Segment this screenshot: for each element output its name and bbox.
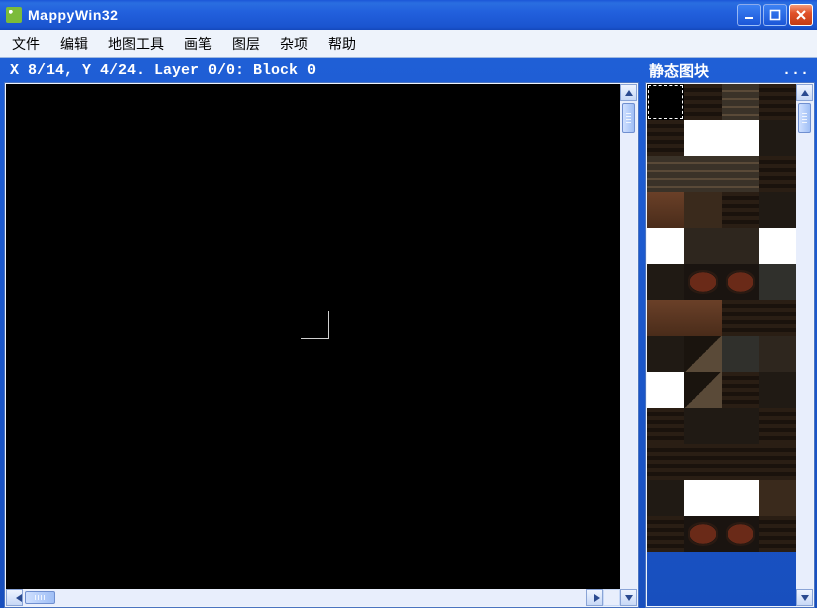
tile[interactable] [759,264,796,300]
map-panel: X 8/14, Y 4/24. Layer 0/0: Block 0 [4,58,639,608]
window-title: MappyWin32 [28,7,118,23]
tile-panel-more-icon[interactable]: ... [782,62,809,79]
tile[interactable] [647,228,684,264]
tile[interactable] [647,192,684,228]
tile[interactable] [684,264,721,300]
map-hscrollbar[interactable] [6,589,603,606]
tile-panel: 静态图块 ... [645,58,815,608]
tile[interactable] [759,408,796,444]
vscroll-thumb[interactable] [622,103,635,133]
tile[interactable] [722,156,759,192]
tiles-vscrollbar[interactable] [796,84,813,606]
tile[interactable] [722,192,759,228]
content: X 8/14, Y 4/24. Layer 0/0: Block 0 [0,58,817,608]
tile[interactable] [647,516,684,552]
tile[interactable] [759,120,796,156]
tile[interactable] [684,192,721,228]
menu-maptools[interactable]: 地图工具 [98,30,174,57]
tile[interactable] [647,156,684,192]
tile[interactable] [647,336,684,372]
tiles-scroll-up-button[interactable] [796,84,813,101]
tile[interactable] [684,84,721,120]
tile[interactable] [684,444,721,480]
tile[interactable] [647,120,684,156]
menu-misc[interactable]: 杂项 [270,30,318,57]
tile[interactable] [759,84,796,120]
menu-brush[interactable]: 画笔 [174,30,222,57]
tile[interactable] [684,480,721,516]
tile[interactable] [759,192,796,228]
tile[interactable] [647,300,684,336]
tile[interactable] [684,300,721,336]
scroll-left-button[interactable] [6,589,23,606]
maximize-button[interactable] [763,4,787,26]
tile[interactable] [647,444,684,480]
tile[interactable] [722,480,759,516]
minimize-button[interactable] [737,4,761,26]
tile[interactable] [722,228,759,264]
tiles-vscroll-track[interactable] [796,101,813,589]
tile[interactable] [647,408,684,444]
tile[interactable] [759,300,796,336]
tile-grid-wrap [645,82,815,608]
vscroll-track[interactable] [620,101,637,589]
tile[interactable] [759,228,796,264]
scroll-down-button[interactable] [620,589,637,606]
tiles-scroll-down-button[interactable] [796,589,813,606]
map-vscrollbar[interactable] [620,84,637,606]
tile[interactable] [684,120,721,156]
map-editor-wrap [4,82,639,608]
map-canvas[interactable] [6,84,620,589]
tile[interactable] [684,336,721,372]
close-button[interactable] [789,4,813,26]
tile[interactable] [722,300,759,336]
menu-file[interactable]: 文件 [2,30,50,57]
tile[interactable] [759,372,796,408]
hscroll-thumb[interactable] [25,591,55,604]
menu-help[interactable]: 帮助 [318,30,366,57]
menu-edit[interactable]: 编辑 [50,30,98,57]
scroll-corner [603,589,620,606]
tile[interactable] [722,336,759,372]
tile[interactable] [722,408,759,444]
tile[interactable] [759,516,796,552]
tile[interactable] [647,372,684,408]
scroll-right-button[interactable] [586,589,603,606]
map-cursor-icon [301,311,329,339]
tile[interactable] [759,336,796,372]
titlebar: MappyWin32 [0,0,817,30]
tile[interactable] [684,516,721,552]
tile-panel-title-text: 静态图块 [649,60,709,81]
tile[interactable] [722,264,759,300]
tile-grid[interactable] [647,84,796,606]
tile-panel-title: 静态图块 ... [645,58,815,82]
menubar: 文件 编辑 地图工具 画笔 图层 杂项 帮助 [0,30,817,58]
tile[interactable] [722,120,759,156]
menu-layer[interactable]: 图层 [222,30,270,57]
app-icon [6,7,22,23]
tile[interactable] [684,228,721,264]
tile[interactable] [647,480,684,516]
tile[interactable] [684,156,721,192]
status-bar: X 8/14, Y 4/24. Layer 0/0: Block 0 [4,58,639,82]
tile[interactable] [722,444,759,480]
tile[interactable] [722,372,759,408]
tile[interactable] [722,84,759,120]
tile[interactable] [647,264,684,300]
hscroll-track[interactable] [23,589,586,606]
tile[interactable] [684,372,721,408]
tiles-vscroll-thumb[interactable] [798,103,811,133]
tile[interactable] [722,516,759,552]
scroll-up-button[interactable] [620,84,637,101]
tile[interactable] [759,444,796,480]
tile[interactable] [759,156,796,192]
tile[interactable] [759,480,796,516]
tile[interactable] [647,84,684,120]
tile[interactable] [684,408,721,444]
